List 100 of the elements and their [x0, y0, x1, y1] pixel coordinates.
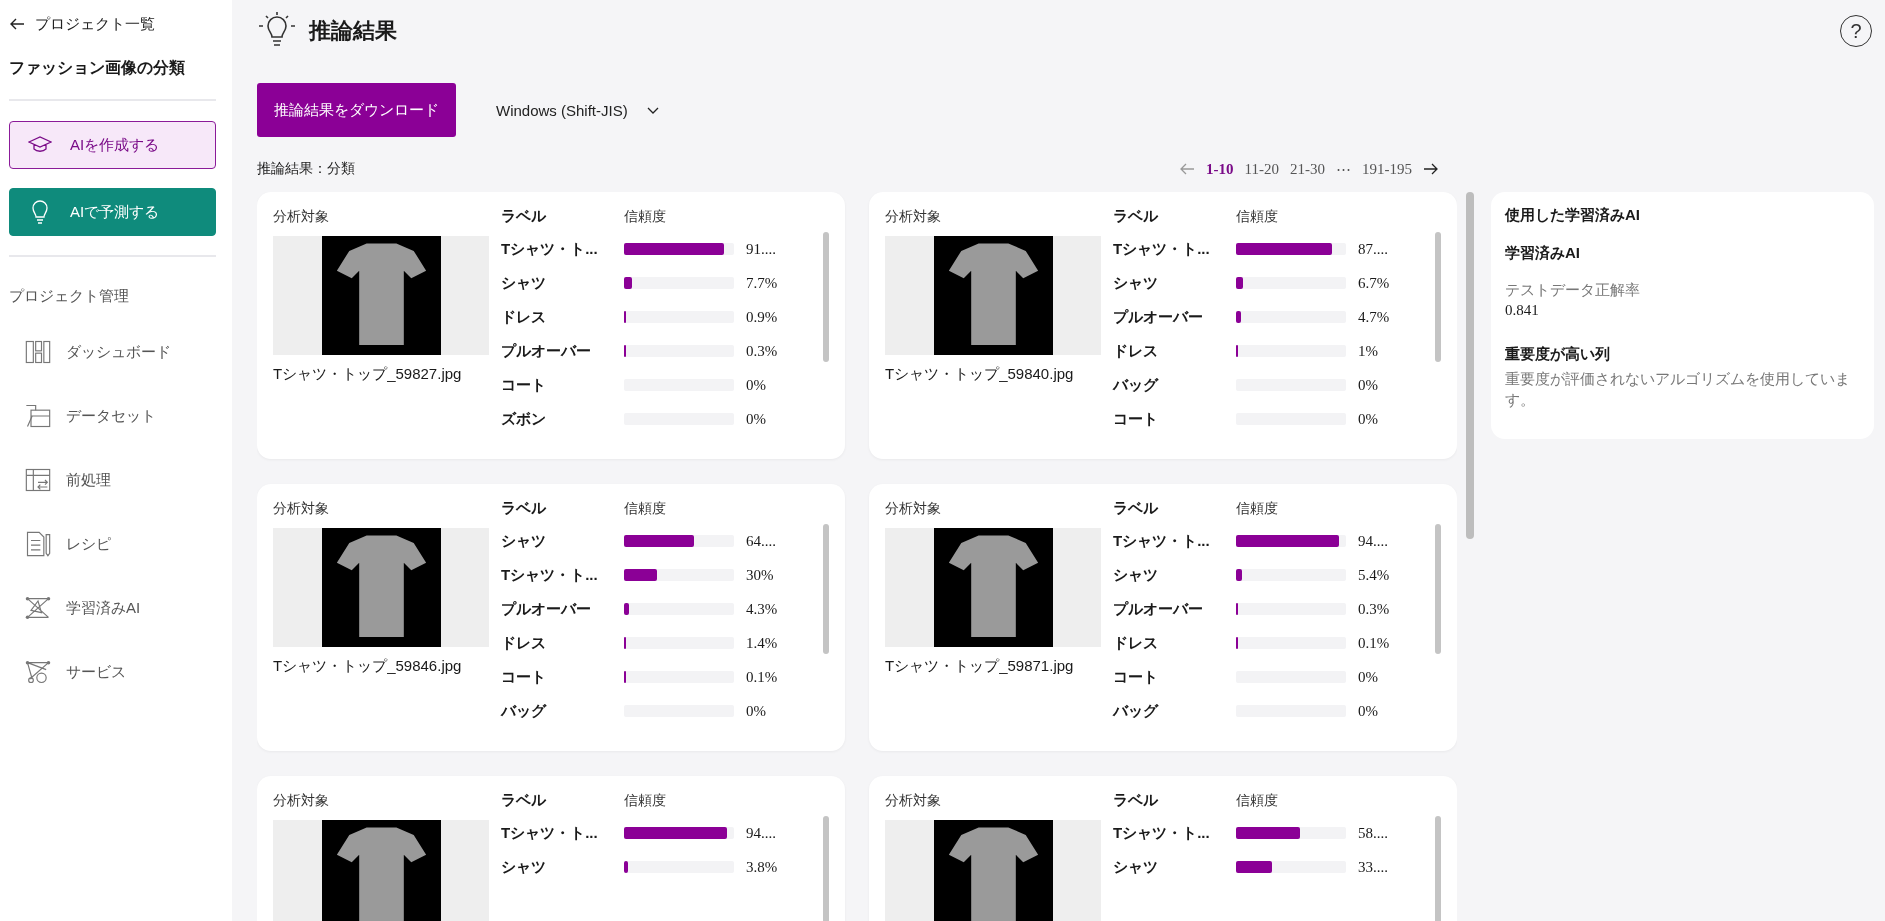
scrollbar-thumb[interactable]: [1435, 816, 1441, 921]
next-arrow-icon[interactable]: [1423, 161, 1439, 177]
file-name: Tシャツ・トップ_59871.jpg: [885, 657, 1075, 676]
file-name: Tシャツ・トップ_59827.jpg: [273, 365, 463, 384]
nav-item[interactable]: レシピ: [9, 512, 216, 576]
class-label: コート: [501, 375, 547, 395]
confidence-value: 1.4%: [746, 634, 778, 652]
file-name: Tシャツ・トップ_59846.jpg: [273, 657, 463, 676]
column-heading: 信頼度: [624, 791, 666, 810]
class-label: ドレス: [501, 307, 547, 327]
confidence-value: 87....: [1358, 240, 1388, 258]
class-label: バッグ: [501, 701, 548, 721]
preprocess-icon: [24, 466, 52, 494]
nav-item[interactable]: 前処理: [9, 448, 216, 512]
class-label: ドレス: [501, 633, 547, 653]
results-label: 推論結果：分類: [257, 160, 355, 178]
class-label: Tシャツ・ト...: [501, 565, 599, 585]
class-label: コート: [501, 667, 547, 687]
scrollbar-thumb[interactable]: [1435, 524, 1441, 654]
column-heading: 信頼度: [1236, 499, 1278, 518]
class-label: プルオーバー: [1113, 599, 1204, 619]
column-heading: 信頼度: [624, 499, 666, 518]
column-heading: 分析対象: [273, 499, 330, 518]
class-label: シャツ: [1113, 273, 1159, 293]
column-heading: 分析対象: [885, 499, 942, 518]
class-label: シャツ: [501, 273, 547, 293]
project-title: ファッション画像の分類: [9, 58, 186, 78]
confidence-value: 0.1%: [746, 668, 778, 686]
class-label: Tシャツ・ト...: [1113, 823, 1211, 843]
class-label: Tシャツ・ト...: [501, 239, 599, 259]
download-button[interactable]: 推論結果をダウンロード: [257, 83, 456, 137]
page-link[interactable]: 11-20: [1244, 160, 1279, 178]
confidence-value: 3.8%: [746, 858, 778, 876]
confidence-value: 33....: [1358, 858, 1388, 876]
confidence-value: 94....: [1358, 532, 1388, 550]
nav-item[interactable]: 学習済みAI: [9, 576, 216, 640]
class-label: コート: [1113, 409, 1159, 429]
column-heading: 信頼度: [1236, 207, 1278, 226]
confidence-value: 0%: [746, 702, 766, 720]
column-heading: 分析対象: [273, 207, 330, 226]
page-link[interactable]: 1-10: [1206, 160, 1234, 178]
nav-item[interactable]: データセット: [9, 384, 216, 448]
class-label: シャツ: [501, 531, 547, 551]
model-name: 学習済みAI: [1505, 244, 1581, 263]
importance-text: 重要度が評価されないアルゴリズムを使用しています。: [1505, 369, 1851, 410]
confidence-value: 0%: [1358, 410, 1378, 428]
class-label: Tシャツ・ト...: [1113, 531, 1211, 551]
confidence-value: 6.7%: [1358, 274, 1390, 292]
dashboard-icon: [24, 338, 52, 366]
class-label: Tシャツ・ト...: [1113, 239, 1211, 259]
scrollbar-thumb[interactable]: [1435, 232, 1441, 362]
confidence-value: 58....: [1358, 824, 1388, 842]
action-button[interactable]: AIで予測する: [9, 188, 216, 236]
class-label: プルオーバー: [501, 599, 592, 619]
column-heading: 信頼度: [1236, 791, 1278, 810]
confidence-value: 0%: [1358, 702, 1378, 720]
nav-item[interactable]: ダッシュボード: [9, 320, 216, 384]
column-heading: 分析対象: [885, 791, 942, 810]
section-title: プロジェクト管理: [9, 287, 130, 306]
confidence-value: 7.7%: [746, 274, 778, 292]
confidence-value: 0.1%: [1358, 634, 1390, 652]
confidence-value: 91....: [746, 240, 776, 258]
file-name: Tシャツ・トップ_59840.jpg: [885, 365, 1075, 384]
panel-title: 使用した学習済みAI: [1505, 206, 1641, 225]
confidence-value: 64....: [746, 532, 776, 550]
class-label: バッグ: [1113, 375, 1160, 395]
page-link[interactable]: 191-195: [1362, 160, 1412, 178]
scrollbar-thumb[interactable]: [823, 524, 829, 654]
scrollbar-thumb[interactable]: [823, 232, 829, 362]
confidence-value: 30%: [746, 566, 774, 584]
metric-value: 0.841: [1505, 302, 1540, 319]
class-label: ドレス: [1113, 633, 1159, 653]
page-title: 推論結果: [309, 17, 397, 45]
confidence-value: 0.3%: [746, 342, 778, 360]
class-label: シャツ: [1113, 565, 1159, 585]
scrollbar-thumb[interactable]: [1466, 192, 1474, 539]
class-label: シャツ: [1113, 857, 1159, 877]
confidence-value: 1%: [1358, 342, 1378, 360]
action-button[interactable]: AIを作成する: [9, 121, 216, 169]
confidence-value: 4.7%: [1358, 308, 1390, 326]
dataset-icon: [24, 402, 52, 430]
nav-item[interactable]: サービス: [9, 640, 216, 704]
importance-title: 重要度が高い列: [1505, 345, 1611, 364]
confidence-value: 0.9%: [746, 308, 778, 326]
encoding-dropdown[interactable]: Windows (Shift-JIS): [496, 95, 660, 125]
confidence-value: 0%: [1358, 376, 1378, 394]
confidence-value: 4.3%: [746, 600, 778, 618]
class-label: シャツ: [501, 857, 547, 877]
class-label: ドレス: [1113, 341, 1159, 361]
column-heading: 信頼度: [624, 207, 666, 226]
metric-label: テストデータ正解率: [1505, 281, 1641, 300]
network-icon: [24, 594, 52, 622]
column-heading: ラベル: [1113, 206, 1159, 226]
service-icon: [24, 658, 52, 686]
back-link[interactable]: プロジェクト一覧: [9, 12, 216, 36]
class-label: Tシャツ・ト...: [501, 823, 599, 843]
scrollbar-thumb[interactable]: [823, 816, 829, 921]
column-heading: ラベル: [501, 790, 547, 810]
page-link[interactable]: 21-30: [1290, 160, 1325, 178]
pagination-ellipsis: ⋯: [1336, 160, 1351, 178]
